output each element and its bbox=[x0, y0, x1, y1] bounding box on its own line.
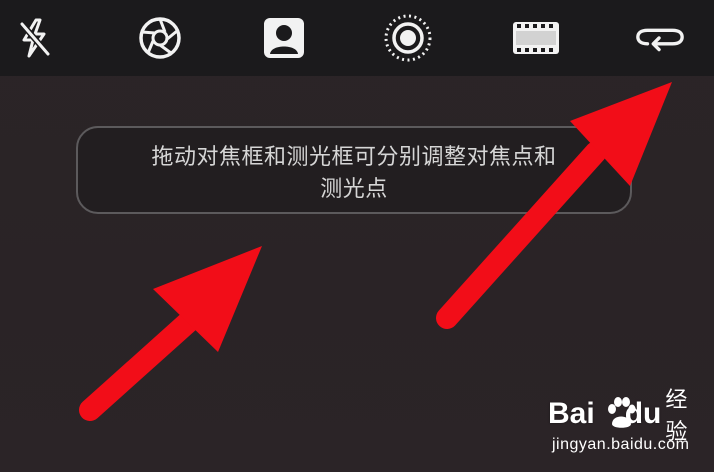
video-button[interactable] bbox=[510, 12, 562, 64]
watermark-bai: Bai bbox=[548, 397, 595, 430]
flash-button[interactable] bbox=[8, 12, 60, 64]
watermark-url: jingyan.baidu.com bbox=[552, 436, 690, 453]
paw-icon bbox=[608, 397, 636, 428]
live-photo-icon bbox=[384, 14, 432, 62]
camera-screen: 拖动对焦框和测光框可分别调整对焦点和 测光点 Bai du 经验 jingyan… bbox=[0, 0, 714, 472]
filter-button[interactable] bbox=[134, 12, 186, 64]
portrait-button[interactable] bbox=[258, 12, 310, 64]
live-photo-button[interactable] bbox=[382, 12, 434, 64]
film-icon bbox=[513, 22, 559, 54]
switch-mode-button[interactable] bbox=[634, 12, 686, 64]
focus-exposure-tip: 拖动对焦框和测光框可分别调整对焦点和 测光点 bbox=[76, 126, 632, 214]
flash-off-icon bbox=[19, 18, 51, 58]
tip-line-2: 测光点 bbox=[320, 177, 388, 202]
arrow-to-tip bbox=[79, 246, 262, 421]
loop-icon bbox=[636, 28, 684, 52]
baidu-jingyan-watermark: Bai du 经验 jingyan.baidu.com bbox=[540, 388, 706, 466]
tip-line-1: 拖动对焦框和测光框可分别调整对焦点和 bbox=[151, 145, 557, 170]
aperture-icon bbox=[139, 17, 181, 59]
portrait-icon bbox=[264, 18, 304, 58]
camera-toolbar bbox=[0, 0, 714, 76]
